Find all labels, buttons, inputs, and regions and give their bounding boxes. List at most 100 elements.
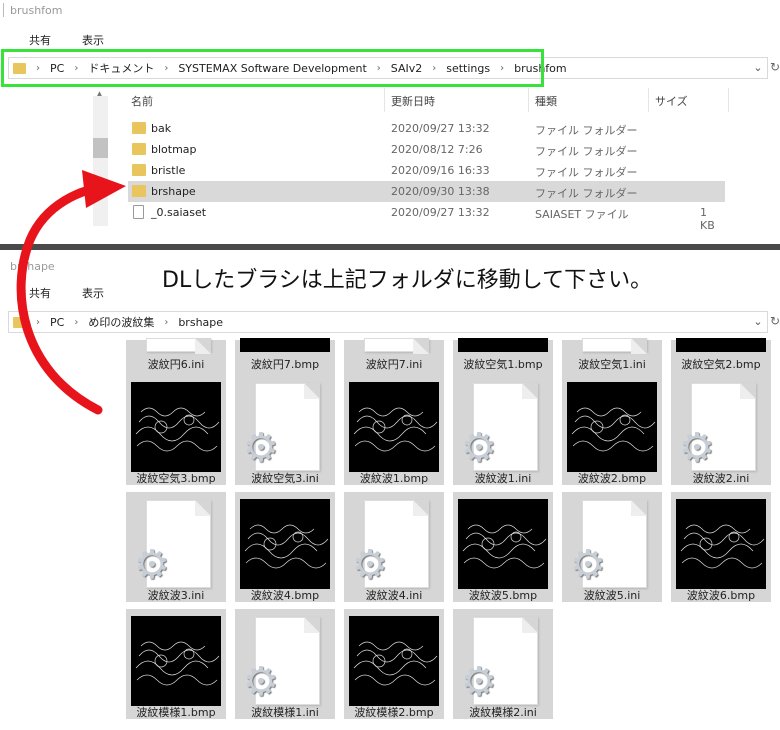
gear-icon: ⚙: [352, 542, 388, 588]
tile-label: 波紋模様1.ini: [251, 706, 319, 719]
ini-file-tile[interactable]: ⚙ 波紋模様1.ini: [235, 609, 335, 719]
tile-label: 波紋模様1.bmp: [136, 706, 216, 719]
ini-file-tile[interactable]: 波紋円7.ini: [344, 338, 444, 375]
file-date: 2020/09/30 13:38: [391, 185, 490, 198]
ini-file-tile[interactable]: ⚙ 波紋波2.ini: [671, 375, 771, 485]
tile-label: 波紋空気1.bmp: [463, 358, 543, 371]
tile-label: 波紋円6.ini: [147, 358, 205, 371]
ribbon-tab-share[interactable]: 共有: [29, 32, 51, 48]
column-header-date[interactable]: 更新日時: [391, 93, 435, 109]
file-row[interactable]: bak 2020/09/27 13:32 ファイル フォルダー: [128, 118, 725, 139]
arrow-head: [82, 170, 126, 208]
window-title: brushfom: [10, 4, 63, 17]
chevron-down-icon[interactable]: ⌄: [751, 312, 765, 332]
tile-label: 波紋円7.bmp: [250, 358, 320, 371]
address-highlight-box: [1, 49, 544, 87]
tile-label: 波紋空気2.bmp: [681, 358, 761, 371]
file-row[interactable]: _0.saiaset 2020/09/27 13:32 SAIASET ファイル…: [128, 202, 725, 232]
gear-icon: ⚙: [243, 425, 279, 471]
tile-label: 波紋波5.ini: [583, 589, 641, 602]
bmp-thumbnail: [567, 382, 657, 472]
file-size: 1 KB: [700, 206, 715, 232]
bmp-thumbnail: [458, 499, 548, 589]
tile-label: 波紋空気3.ini: [251, 472, 319, 485]
ribbon-tab-view[interactable]: 表示: [82, 32, 104, 48]
bmp-thumbnail: [240, 338, 330, 352]
tile-label: 波紋波2.ini: [692, 472, 750, 485]
ini-file-tile[interactable]: ⚙ 波紋波1.ini: [453, 375, 553, 485]
gear-icon: ⚙: [243, 659, 279, 705]
document-icon: [364, 338, 429, 354]
ini-file-tile[interactable]: ⚙ 波紋波4.ini: [344, 492, 444, 602]
tile-label: 波紋空気3.bmp: [136, 472, 216, 485]
file-date: 2020/09/27 13:32: [391, 122, 490, 135]
gear-icon: ⚙: [461, 659, 497, 705]
file-name: _0.saiaset: [151, 206, 207, 219]
file-type: SAIASET ファイル: [535, 208, 629, 221]
bmp-file-tile[interactable]: 波紋波6.bmp: [671, 492, 771, 602]
ini-file-tile[interactable]: ⚙ 波紋波3.ini: [126, 492, 226, 602]
gear-icon: ⚙: [134, 542, 170, 588]
column-divider: [648, 88, 649, 112]
bmp-thumbnail: [676, 338, 766, 352]
column-header-type[interactable]: 種類: [535, 93, 557, 109]
file-date: 2020/08/12 7:26: [391, 143, 483, 156]
tile-label: 波紋波6.bmp: [686, 589, 756, 602]
bmp-file-tile[interactable]: 波紋空気1.bmp: [453, 338, 553, 375]
tile-label: 波紋模様2.bmp: [354, 706, 434, 719]
gear-icon: ⚙: [679, 425, 715, 471]
breadcrumb-item[interactable]: brshape: [178, 316, 223, 329]
file-row-selected[interactable]: brshape 2020/09/30 13:38 ファイル フォルダー: [128, 181, 725, 202]
bmp-file-tile[interactable]: 波紋波4.bmp: [235, 492, 335, 602]
column-divider: [528, 88, 529, 112]
chevron-right-icon: ›: [164, 316, 169, 328]
bmp-file-tile[interactable]: 波紋波1.bmp: [344, 375, 444, 485]
column-divider: [728, 88, 729, 112]
column-header-size[interactable]: サイズ: [655, 93, 688, 109]
tile-label: 波紋波4.bmp: [250, 589, 320, 602]
file-type: ファイル フォルダー: [535, 124, 638, 137]
chevron-down-icon[interactable]: ⌄: [751, 58, 765, 78]
file-row[interactable]: bristle 2020/09/16 16:33 ファイル フォルダー: [128, 160, 725, 181]
refresh-icon[interactable]: ↻: [770, 60, 780, 74]
bmp-file-tile[interactable]: 波紋円7.bmp: [235, 338, 335, 375]
bmp-file-tile[interactable]: 波紋模様1.bmp: [126, 609, 226, 719]
document-icon: [146, 338, 211, 354]
bmp-thumbnail: [131, 382, 221, 472]
bmp-thumbnail: [349, 382, 439, 472]
gear-icon: ⚙: [461, 425, 497, 471]
title-bar-edge: [3, 3, 4, 17]
column-divider: [384, 88, 385, 112]
file-type: ファイル フォルダー: [535, 187, 638, 200]
tile-label: 波紋波3.ini: [147, 589, 205, 602]
bmp-file-tile[interactable]: 波紋空気3.bmp: [126, 375, 226, 485]
file-name: brshape: [151, 185, 196, 198]
bmp-thumbnail: [349, 616, 439, 706]
refresh-icon[interactable]: ↻: [770, 314, 780, 328]
bmp-file-tile[interactable]: 波紋波2.bmp: [562, 375, 662, 485]
bmp-thumbnail: [458, 338, 548, 352]
bmp-file-tile[interactable]: 波紋空気2.bmp: [671, 338, 771, 375]
ini-file-tile[interactable]: 波紋空気1.ini: [562, 338, 662, 375]
bmp-thumbnail: [240, 499, 330, 589]
tile-label: 波紋模様2.ini: [469, 706, 537, 719]
bmp-thumbnail: [131, 616, 221, 706]
tile-label: 波紋円7.ini: [365, 358, 423, 371]
ini-file-tile[interactable]: 波紋円6.ini: [126, 338, 226, 375]
curved-arrow: [16, 170, 126, 415]
bmp-file-tile[interactable]: 波紋波5.bmp: [453, 492, 553, 602]
column-header-name[interactable]: 名前: [131, 93, 153, 109]
file-name: bristle: [151, 164, 186, 177]
file-type: ファイル フォルダー: [535, 166, 638, 179]
scrollbar-thumb[interactable]: [93, 138, 108, 158]
ini-file-tile[interactable]: ⚙ 波紋模様2.ini: [453, 609, 553, 719]
ini-file-tile[interactable]: ⚙ 波紋波5.ini: [562, 492, 662, 602]
file-name: bak: [151, 122, 172, 135]
bmp-file-tile[interactable]: 波紋模様2.bmp: [344, 609, 444, 719]
ini-file-tile[interactable]: ⚙ 波紋空気3.ini: [235, 375, 335, 485]
file-row[interactable]: blotmap 2020/08/12 7:26 ファイル フォルダー: [128, 139, 725, 160]
gear-icon: ⚙: [570, 542, 606, 588]
folder-icon: [132, 143, 146, 155]
instruction-message: DLしたブラシは上記フォルダに移動して下さい。: [162, 268, 653, 293]
tile-label: 波紋波4.ini: [365, 589, 423, 602]
